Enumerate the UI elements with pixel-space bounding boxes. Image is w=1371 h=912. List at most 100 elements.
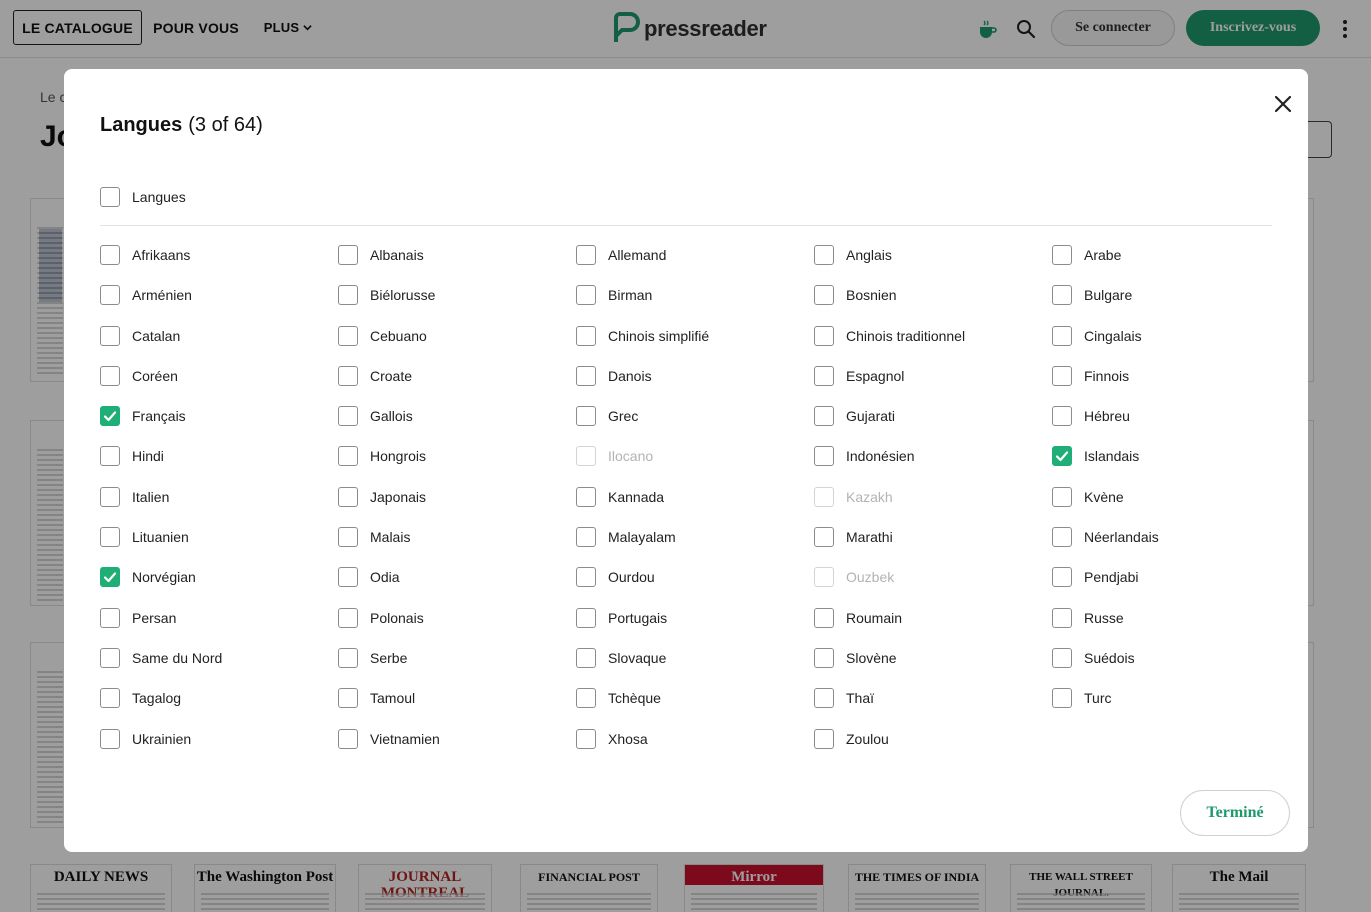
checkbox[interactable] (100, 688, 120, 709)
language-option[interactable]: Malais (338, 527, 576, 548)
checkbox[interactable] (1052, 567, 1072, 588)
checkbox-checked[interactable] (1052, 446, 1072, 467)
checkbox[interactable] (814, 688, 834, 709)
language-option[interactable]: Catalan (100, 325, 338, 346)
language-option[interactable]: Italien (100, 486, 338, 507)
language-option[interactable]: Roumain (814, 607, 1052, 628)
language-option[interactable]: Portugais (576, 607, 814, 628)
checkbox[interactable] (1052, 245, 1072, 265)
language-option[interactable]: Cebuano (338, 325, 576, 346)
checkbox[interactable] (576, 486, 596, 507)
language-option[interactable]: Slovaque (576, 647, 814, 668)
checkbox[interactable] (338, 325, 358, 346)
checkbox[interactable] (100, 446, 120, 467)
language-option[interactable]: Lituanien (100, 527, 338, 548)
checkbox[interactable] (576, 365, 596, 386)
checkbox[interactable] (100, 245, 120, 265)
checkbox[interactable] (814, 527, 834, 548)
checkbox[interactable] (338, 446, 358, 467)
checkbox[interactable] (100, 527, 120, 548)
language-option[interactable]: Slovène (814, 647, 1052, 668)
language-option[interactable]: Kvène (1052, 486, 1290, 507)
language-option[interactable]: Bulgare (1052, 285, 1290, 306)
language-option[interactable]: Pendjabi (1052, 567, 1290, 588)
language-option[interactable]: Tchèque (576, 688, 814, 709)
checkbox[interactable] (338, 245, 358, 265)
language-option[interactable]: Français (100, 406, 338, 427)
language-option[interactable]: Indonésien (814, 446, 1052, 467)
language-option[interactable]: Bosnien (814, 285, 1052, 306)
checkbox[interactable] (1052, 688, 1072, 709)
close-button[interactable] (1270, 91, 1296, 117)
checkbox[interactable] (576, 607, 596, 628)
language-option[interactable]: Same du Nord (100, 647, 338, 668)
checkbox[interactable] (338, 406, 358, 427)
language-option[interactable]: Finnois (1052, 365, 1290, 386)
checkbox[interactable] (814, 245, 834, 265)
checkbox[interactable] (100, 728, 120, 749)
language-option[interactable]: Odia (338, 567, 576, 588)
language-option[interactable]: Islandais (1052, 446, 1290, 467)
checkbox[interactable] (1052, 647, 1072, 668)
checkbox[interactable] (338, 486, 358, 507)
checkbox[interactable] (338, 567, 358, 588)
checkbox[interactable] (576, 325, 596, 346)
checkbox[interactable] (338, 285, 358, 306)
language-option[interactable]: Malayalam (576, 527, 814, 548)
language-option[interactable]: Arabe (1052, 245, 1290, 265)
checkbox[interactable] (1052, 607, 1072, 628)
checkbox[interactable] (576, 647, 596, 668)
checkbox[interactable] (1052, 365, 1072, 386)
checkbox[interactable] (338, 647, 358, 668)
checkbox[interactable] (576, 688, 596, 709)
checkbox[interactable] (814, 325, 834, 346)
checkbox[interactable] (1052, 325, 1072, 346)
language-option[interactable]: Hébreu (1052, 406, 1290, 427)
checkbox[interactable] (1052, 486, 1072, 507)
checkbox[interactable] (814, 406, 834, 427)
language-option[interactable]: Hongrois (338, 446, 576, 467)
language-option[interactable]: Albanais (338, 245, 576, 265)
language-option[interactable]: Coréen (100, 365, 338, 386)
language-option[interactable]: Espagnol (814, 365, 1052, 386)
language-option[interactable]: Gujarati (814, 406, 1052, 427)
language-option[interactable]: Polonais (338, 607, 576, 628)
language-option[interactable]: Biélorusse (338, 285, 576, 306)
checkbox[interactable] (100, 365, 120, 386)
language-option[interactable]: Néerlandais (1052, 527, 1290, 548)
language-option[interactable]: Anglais (814, 245, 1052, 265)
language-option[interactable]: Tagalog (100, 688, 338, 709)
language-option[interactable]: Chinois traditionnel (814, 325, 1052, 346)
checkbox[interactable] (576, 406, 596, 427)
checkbox[interactable] (100, 647, 120, 668)
language-option[interactable]: Serbe (338, 647, 576, 668)
language-option[interactable]: Grec (576, 406, 814, 427)
checkbox[interactable] (814, 728, 834, 749)
checkbox[interactable] (576, 527, 596, 548)
checkbox[interactable] (338, 365, 358, 386)
language-option[interactable]: Birman (576, 285, 814, 306)
language-option[interactable]: Ukrainien (100, 728, 338, 749)
checkbox[interactable] (1052, 285, 1072, 306)
checkbox-checked[interactable] (100, 567, 120, 588)
language-option[interactable]: Zoulou (814, 728, 1052, 749)
checkbox[interactable] (100, 486, 120, 507)
language-option[interactable]: Persan (100, 607, 338, 628)
language-option[interactable]: Turc (1052, 688, 1290, 709)
checkbox[interactable] (576, 567, 596, 588)
checkbox[interactable] (814, 446, 834, 467)
checkbox[interactable] (814, 365, 834, 386)
language-option[interactable]: Cingalais (1052, 325, 1290, 346)
checkbox[interactable] (1052, 527, 1072, 548)
checkbox[interactable] (814, 607, 834, 628)
language-option[interactable]: Russe (1052, 607, 1290, 628)
checkbox[interactable] (100, 285, 120, 306)
checkbox[interactable] (338, 728, 358, 749)
checkbox[interactable] (100, 607, 120, 628)
language-option[interactable]: Gallois (338, 406, 576, 427)
language-option[interactable]: Hindi (100, 446, 338, 467)
language-option[interactable]: Allemand (576, 245, 814, 265)
language-option[interactable]: Tamoul (338, 688, 576, 709)
language-option[interactable]: Arménien (100, 285, 338, 306)
checkbox-checked[interactable] (100, 406, 120, 427)
